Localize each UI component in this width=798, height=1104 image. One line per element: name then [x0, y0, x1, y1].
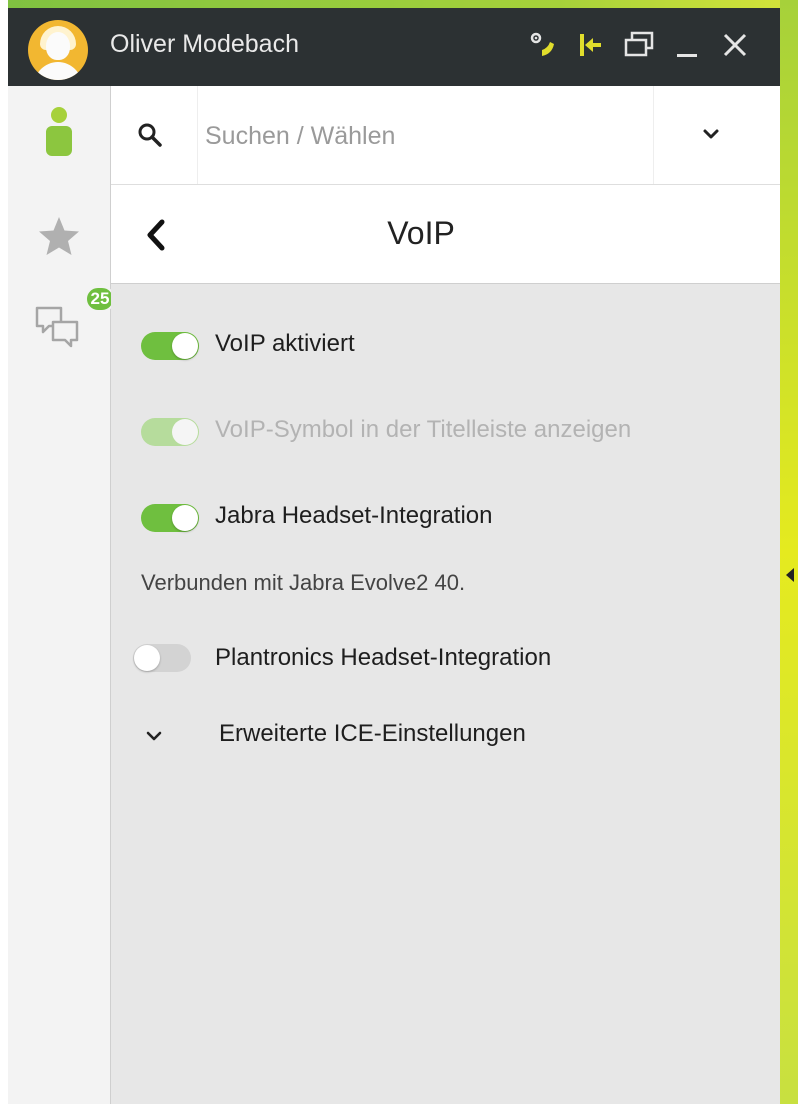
voip-settings-icon: [530, 32, 554, 56]
sidebar-item-chat[interactable]: 25: [8, 284, 115, 364]
window-left-edge: [0, 0, 8, 1104]
jabra-integration-label: Jabra Headset-Integration: [215, 502, 493, 529]
ice-settings-label: Erweiterte ICE-Einstellungen: [219, 720, 526, 747]
jabra-integration-toggle[interactable]: [141, 504, 199, 532]
jabra-connection-status: Verbunden mit Jabra Evolve2 40.: [141, 570, 466, 595]
voip-settings-button[interactable]: [526, 26, 560, 64]
window-top-accent: [0, 0, 798, 8]
window-restore-icon: [624, 31, 654, 57]
window-right-accent[interactable]: [780, 0, 798, 1104]
panel-collapse-handle[interactable]: [786, 568, 794, 582]
avatar-face: [46, 32, 70, 60]
voip-enabled-label: VoIP aktiviert: [215, 330, 355, 357]
voip-enabled-toggle[interactable]: [141, 332, 199, 360]
window-controls: [526, 26, 752, 64]
contacts-icon: [46, 107, 72, 156]
ice-settings-expander[interactable]: Erweiterte ICE-Einstellungen: [131, 714, 631, 758]
voip-symbol-label: VoIP-Symbol in der Titelleiste anzeigen: [215, 416, 632, 443]
dock-button[interactable]: [574, 26, 608, 64]
sidebar-item-favorites[interactable]: [8, 196, 110, 276]
chevron-down-icon: [703, 129, 719, 139]
search-icon: [138, 123, 162, 147]
toggle-knob: [172, 505, 198, 531]
user-name: Oliver Modebach: [110, 30, 299, 58]
chat-icon-wrapper: 25: [29, 286, 115, 354]
search-divider-right: [653, 86, 654, 184]
chevron-down-icon: [146, 731, 162, 741]
restore-button[interactable]: [622, 26, 656, 64]
close-button[interactable]: [718, 26, 752, 64]
settings-panel: VoIP aktiviert VoIP-Symbol in der Titell…: [111, 284, 780, 1104]
page-header: VoIP: [111, 185, 780, 284]
left-sidebar: 25: [8, 86, 115, 1104]
page-title: VoIP: [387, 215, 455, 251]
voip-symbol-toggle: [141, 418, 199, 446]
search-bar: [111, 86, 780, 185]
minimize-icon: [677, 54, 697, 57]
dock-icon: [580, 34, 601, 56]
favorites-star-icon: [39, 217, 79, 255]
search-dropdown-button[interactable]: [701, 124, 721, 149]
toggle-knob: [172, 419, 198, 445]
avatar-body: [34, 62, 82, 80]
search-input[interactable]: [203, 116, 647, 156]
plantronics-integration-toggle[interactable]: [133, 644, 191, 672]
toggle-knob: [134, 645, 160, 671]
sidebar-item-contacts[interactable]: [8, 92, 110, 172]
minimize-button[interactable]: [670, 26, 704, 64]
chat-icon: [35, 306, 79, 348]
avatar[interactable]: [28, 20, 88, 80]
plantronics-integration-label: Plantronics Headset-Integration: [215, 644, 552, 671]
app-window: Oliver Modebach 25 Suchen / Wählen VoIP …: [0, 0, 798, 1104]
title-bar: Oliver Modebach: [8, 8, 780, 86]
toggle-knob: [172, 333, 198, 359]
search-divider-left: [197, 86, 198, 184]
close-icon: [723, 33, 747, 57]
